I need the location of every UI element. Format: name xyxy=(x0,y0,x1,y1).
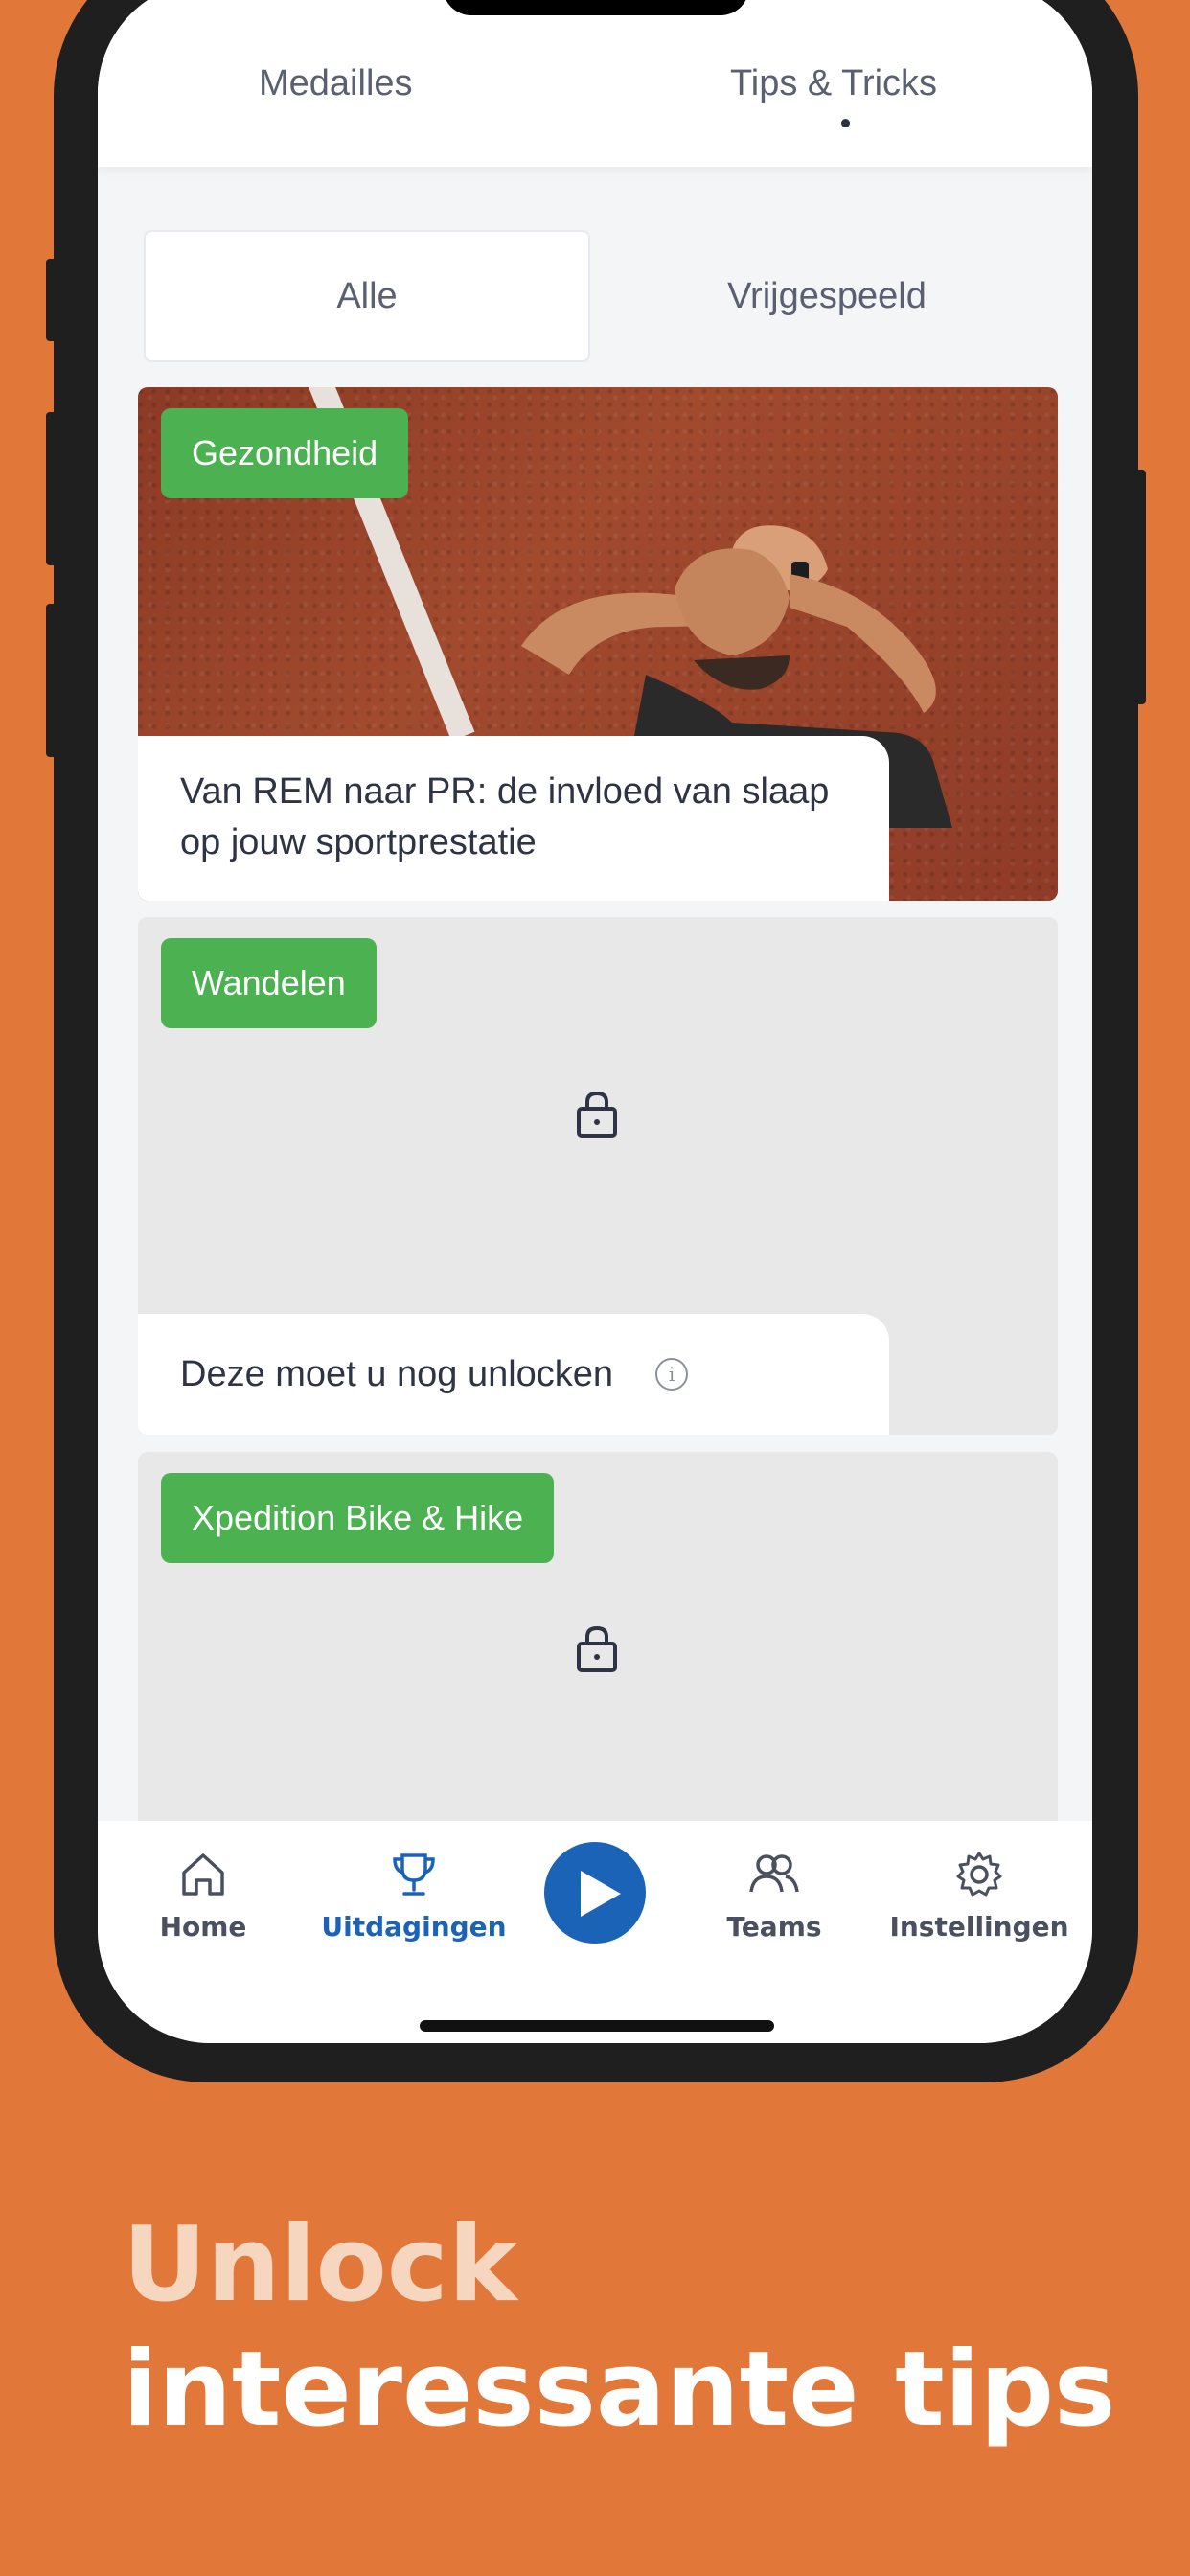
nav-challenges-label: Uitdagingen xyxy=(321,1911,507,1943)
phone-screen: Medailles Tips & Tricks Alle Vrijgespeel… xyxy=(98,0,1092,2043)
tab-medailles[interactable]: Medailles xyxy=(259,63,413,104)
nav-teams[interactable]: Teams xyxy=(678,1848,870,1943)
phone-side-button xyxy=(46,412,57,565)
phone-side-button xyxy=(46,604,57,757)
home-icon xyxy=(182,1853,224,1896)
nav-settings-label: Instellingen xyxy=(889,1911,1069,1943)
nav-home-label: Home xyxy=(159,1911,247,1943)
top-tab-bar: Medailles Tips & Tricks xyxy=(98,0,1092,167)
phone-side-button xyxy=(46,259,57,341)
phone-side-button xyxy=(1134,470,1146,704)
tip-card-locked[interactable]: Xpedition Bike & Hike xyxy=(138,1452,1058,1854)
card-title: Van REM naar PR: de invloed van slaap op… xyxy=(138,736,889,901)
active-tab-indicator xyxy=(841,119,850,127)
lock-icon xyxy=(577,1091,617,1138)
dynamic-island xyxy=(443,0,749,15)
tip-card-locked[interactable]: Wandelen Deze moet u nog unlocken i xyxy=(138,917,1058,1435)
gear-icon xyxy=(956,1852,1002,1897)
nav-teams-label: Teams xyxy=(726,1911,822,1943)
nav-settings[interactable]: Instellingen xyxy=(883,1848,1075,1943)
filter-unlocked-label: Vrijgespeeld xyxy=(727,275,927,316)
team-icon xyxy=(749,1854,799,1893)
locked-caption: Deze moet u nog unlocken i xyxy=(138,1314,889,1435)
bottom-navigation: Home Uitdagingen Teams Instellingen xyxy=(98,1821,1092,2043)
play-icon xyxy=(581,1871,621,1917)
info-icon[interactable]: i xyxy=(655,1358,689,1391)
marketing-headline-line1: Unlock xyxy=(123,2205,517,2325)
filter-unlocked-button[interactable]: Vrijgespeeld xyxy=(604,230,1050,362)
tip-card[interactable]: Gezondheid Van REM naar PR: de invloed v… xyxy=(138,387,1058,901)
trophy-icon xyxy=(393,1853,435,1896)
category-tag: Gezondheid xyxy=(161,408,409,498)
nav-home[interactable]: Home xyxy=(107,1848,299,1943)
locked-caption-text: Deze moet u nog unlocken xyxy=(180,1353,614,1394)
category-tag: Xpedition Bike & Hike xyxy=(161,1473,555,1563)
home-indicator xyxy=(420,2020,774,2032)
lock-icon xyxy=(577,1625,617,1672)
filter-all-label: Alle xyxy=(336,275,398,316)
category-tag: Wandelen xyxy=(161,938,377,1028)
nav-challenges[interactable]: Uitdagingen xyxy=(318,1848,510,1943)
play-button[interactable] xyxy=(544,1842,646,1944)
filter-all-button[interactable]: Alle xyxy=(144,230,590,362)
tab-tips-tricks[interactable]: Tips & Tricks xyxy=(730,63,937,104)
marketing-headline-line2: interessante tips xyxy=(123,2330,1116,2450)
